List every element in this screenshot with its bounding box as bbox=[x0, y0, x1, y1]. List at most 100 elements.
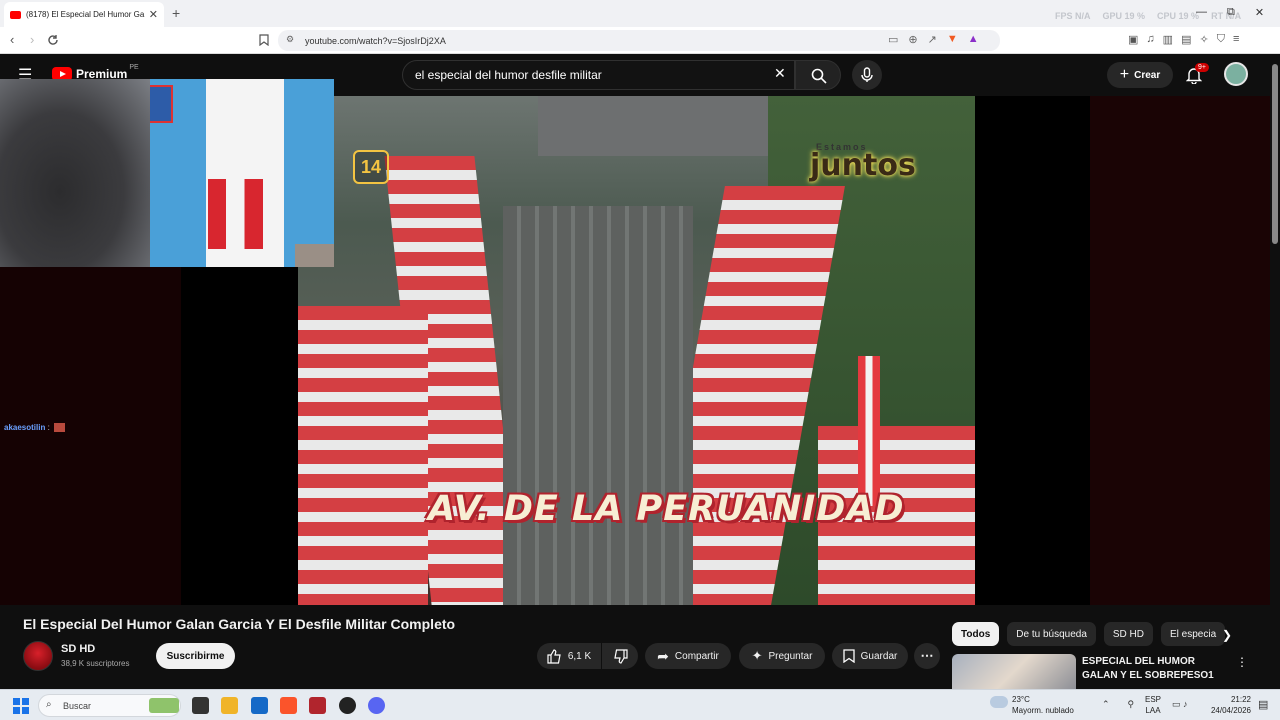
webcam-chair bbox=[295, 244, 334, 267]
recommendation-chips: Todos De tu búsqueda SD HD El especia bbox=[952, 622, 1226, 646]
share-button[interactable]: ➦ Compartir bbox=[645, 643, 731, 669]
extension-icons: ▣ ♫ ▥ ▤ ✧ ⛉ ≡ bbox=[1128, 33, 1239, 46]
sidebar-icon[interactable]: ▥ bbox=[1163, 33, 1173, 46]
like-button[interactable]: 6,1 K bbox=[537, 643, 601, 669]
thumbs-up-icon bbox=[547, 648, 561, 664]
sparkle-icon: ✦ bbox=[751, 648, 763, 663]
screenshot-icon[interactable]: ▣ bbox=[1128, 33, 1138, 46]
account-avatar[interactable] bbox=[1224, 62, 1248, 86]
microphone-icon bbox=[861, 67, 873, 82]
zoom-icon[interactable]: ⊕ bbox=[908, 33, 917, 46]
webcam-flag bbox=[208, 179, 263, 249]
channel-number-badge: 14 bbox=[353, 150, 389, 184]
clear-search-icon[interactable]: ✕ bbox=[774, 65, 786, 82]
tray-chevron-icon[interactable]: ⌃ bbox=[1102, 699, 1110, 710]
ask-label: Preguntar bbox=[768, 650, 813, 662]
save-button[interactable]: Guardar bbox=[832, 643, 908, 669]
taskbar-clock[interactable]: 21:22 24/04/2026 bbox=[1206, 694, 1251, 716]
juntos-watermark: juntos bbox=[810, 148, 916, 183]
brave-rewards-icon[interactable]: ▲ bbox=[968, 33, 979, 46]
create-button[interactable]: + Crear bbox=[1107, 62, 1173, 88]
browser-menu-icon[interactable]: ≡ bbox=[1233, 33, 1239, 46]
search-icon bbox=[811, 68, 827, 84]
window-controls: — ⧉ ✕ bbox=[1196, 6, 1264, 19]
brave-shield-icon[interactable]: ▼ bbox=[947, 33, 958, 46]
thumbs-down-icon bbox=[613, 648, 628, 664]
file-explorer-icon[interactable] bbox=[221, 697, 238, 714]
taskbar-search-icon: ⌕ bbox=[46, 699, 52, 710]
new-tab-button[interactable]: + bbox=[172, 5, 180, 21]
taskbar-search-field[interactable]: ⌕ Buscar bbox=[38, 694, 181, 717]
recommendation-more-icon[interactable]: ⋮ bbox=[1236, 655, 1248, 669]
chip-el-especial[interactable]: El especia bbox=[1161, 622, 1226, 646]
language-code: ESP bbox=[1145, 695, 1162, 704]
create-label: Crear bbox=[1134, 69, 1161, 81]
browser-tab[interactable]: (8178) El Especial Del Humor Ga ✕ bbox=[4, 2, 164, 27]
notification-center-icon[interactable]: ▤ bbox=[1258, 698, 1268, 711]
vpn-icon[interactable]: ⛉ bbox=[1217, 33, 1225, 46]
forward-arrow-icon[interactable]: › bbox=[30, 32, 34, 47]
minimize-button[interactable]: — bbox=[1196, 6, 1207, 19]
restore-button[interactable]: ⧉ bbox=[1227, 6, 1235, 19]
channel-name[interactable]: SD HD bbox=[61, 643, 95, 655]
taskbar-search-placeholder: Buscar bbox=[63, 700, 92, 711]
video-overlay-caption: AV. DE LA PERUANIDAD bbox=[428, 489, 905, 529]
video-app-icon[interactable] bbox=[309, 697, 326, 714]
left-foreground-stand bbox=[298, 306, 428, 605]
chevron-right-icon[interactable]: ❯ bbox=[1222, 628, 1232, 642]
peru-flag bbox=[858, 356, 880, 506]
layout-code: LAA bbox=[1145, 706, 1161, 715]
tray-app-icon[interactable]: ⚲ bbox=[1128, 699, 1135, 710]
subscribe-button[interactable]: Suscribirme bbox=[156, 643, 235, 669]
weather-widget[interactable]: 23°C Mayorm. nublado bbox=[990, 694, 1074, 716]
chip-todos[interactable]: Todos bbox=[952, 622, 1000, 646]
clock-date: 24/04/2026 bbox=[1210, 706, 1251, 715]
network-volume-icons[interactable]: ▭ ♪ bbox=[1172, 699, 1188, 710]
close-window-button[interactable]: ✕ bbox=[1255, 6, 1264, 19]
leo-ai-icon[interactable]: ✧ bbox=[1199, 33, 1208, 46]
player-right-backdrop bbox=[1090, 96, 1270, 605]
site-settings-icon[interactable]: ⚙ bbox=[286, 34, 294, 45]
share-icon[interactable]: ↗ bbox=[928, 33, 937, 46]
cast-icon[interactable]: ▭ bbox=[888, 33, 898, 46]
dislike-button[interactable] bbox=[602, 643, 638, 669]
player-left-backdrop bbox=[0, 267, 181, 605]
plaza-background bbox=[538, 96, 768, 156]
more-actions-button[interactable]: ⋯ bbox=[914, 643, 940, 669]
save-label: Guardar bbox=[860, 650, 898, 662]
chip-sd-hd[interactable]: SD HD bbox=[1103, 622, 1154, 646]
media-icon[interactable]: ♫ bbox=[1146, 33, 1154, 46]
like-count: 6,1 K bbox=[567, 650, 592, 662]
reload-icon[interactable] bbox=[47, 34, 59, 46]
wallet-icon[interactable]: ▤ bbox=[1181, 33, 1191, 46]
back-arrow-icon[interactable]: ‹ bbox=[10, 32, 14, 47]
scrollbar-thumb[interactable] bbox=[1272, 64, 1278, 244]
obs-icon[interactable] bbox=[339, 697, 356, 714]
chat-username: akaesotilin bbox=[4, 423, 46, 432]
webcam-person bbox=[0, 79, 150, 267]
recommendation-thumbnail[interactable] bbox=[952, 654, 1076, 689]
task-view-icon[interactable] bbox=[192, 697, 209, 714]
language-indicator[interactable]: ESP LAA bbox=[1145, 694, 1161, 716]
recommendation-title[interactable]: ESPECIAL DEL HUMOR GALAN Y EL SOBREPESO1 bbox=[1082, 655, 1232, 683]
channel-avatar[interactable] bbox=[23, 641, 53, 671]
voice-search-button[interactable] bbox=[852, 60, 882, 90]
chat-message: akaesotilin : bbox=[4, 423, 66, 433]
video-frame[interactable]: 14 Estamos juntos AV. DE LA PERUANIDAD bbox=[298, 96, 975, 605]
discord-icon[interactable] bbox=[368, 697, 385, 714]
video-title: El Especial Del Humor Galan Garcia Y El … bbox=[23, 616, 456, 632]
plus-icon: + bbox=[1119, 66, 1130, 83]
ask-button[interactable]: ✦ Preguntar bbox=[739, 643, 825, 669]
search-input[interactable]: el especial del humor desfile militar bbox=[402, 60, 795, 90]
brave-browser-icon[interactable] bbox=[280, 697, 297, 714]
tab-close-icon[interactable]: ✕ bbox=[149, 8, 158, 21]
weather-desc: Mayorm. nublado bbox=[1012, 706, 1074, 715]
windows-start-icon[interactable] bbox=[13, 698, 29, 714]
search-button[interactable] bbox=[795, 60, 841, 90]
url-action-icons: ▭ ⊕ ↗ ▼ ▲ bbox=[888, 33, 979, 46]
notification-count-badge: 9+ bbox=[1195, 63, 1209, 72]
store-icon[interactable] bbox=[251, 697, 268, 714]
bookmark-icon[interactable] bbox=[259, 34, 269, 46]
chip-de-tu-busqueda[interactable]: De tu búsqueda bbox=[1007, 622, 1096, 646]
youtube-favicon-icon bbox=[10, 10, 21, 19]
